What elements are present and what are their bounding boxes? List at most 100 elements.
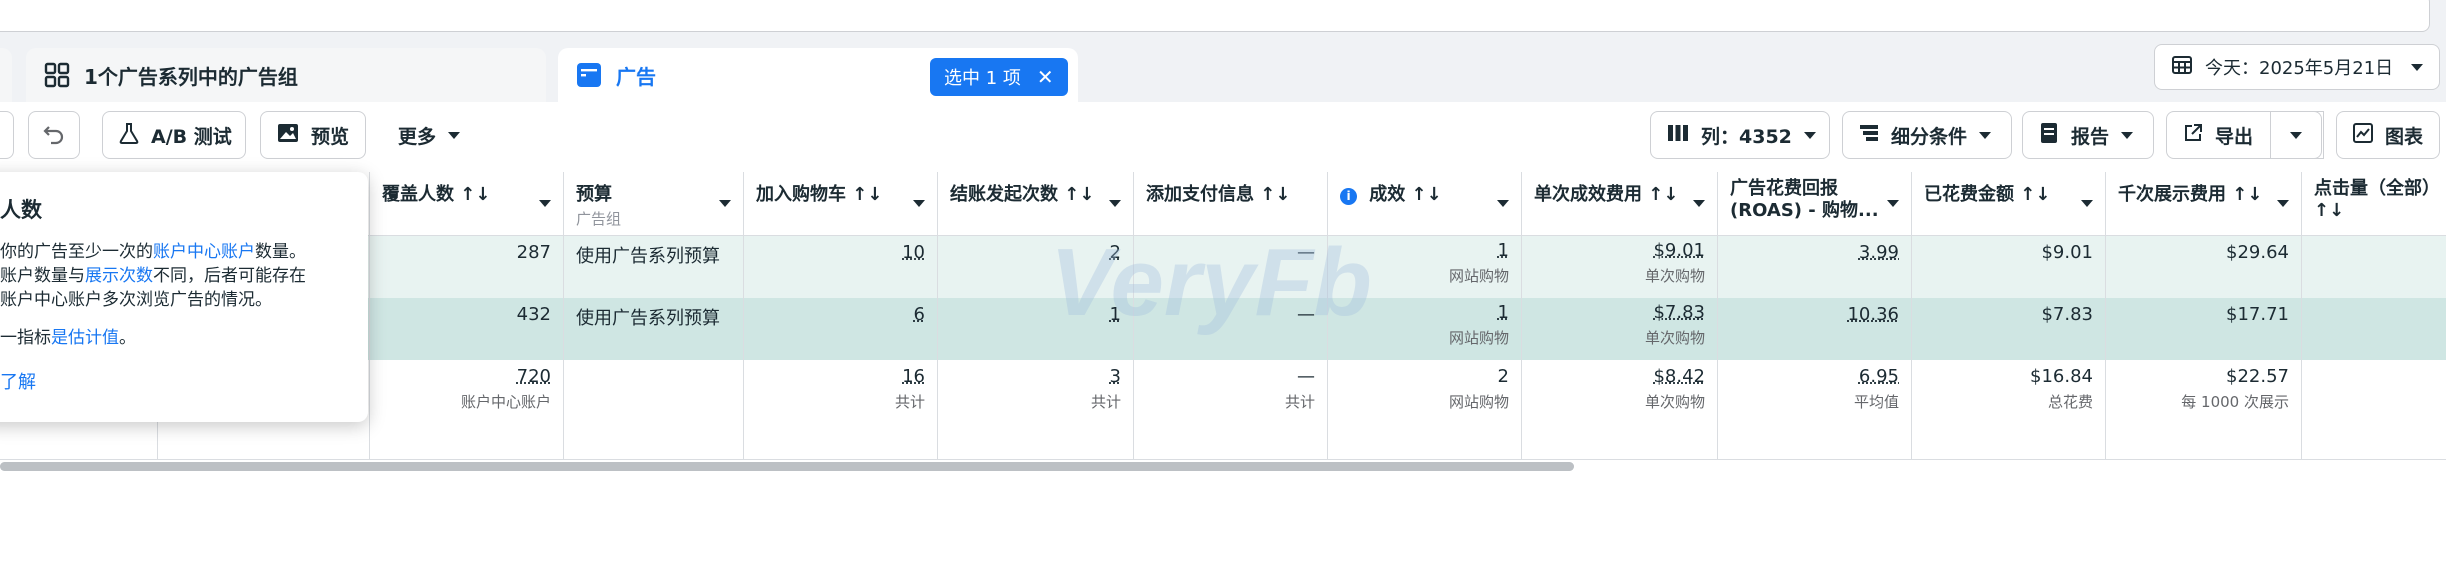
impressions-link[interactable]: 展示次数 — [85, 266, 153, 286]
export-label: 导出 — [2215, 125, 2254, 148]
export-dropdown-button[interactable] — [2270, 111, 2322, 159]
cell-cpm: $17.71 — [2106, 298, 2302, 360]
cell-cpm: $29.64 — [2106, 236, 2302, 298]
header-label: 成效 ↑↓ — [1369, 184, 1442, 205]
undo-icon — [41, 120, 67, 151]
popover-text-line4: 一指标是估计值。 — [0, 328, 136, 348]
ab-test-label: A/B 测试 — [151, 125, 232, 148]
total-reach: 720 账户中心账户 — [370, 360, 564, 460]
cell-roas: 10.36 — [1718, 298, 1912, 360]
preview-label: 预览 — [311, 125, 350, 148]
popover-title: 人数 — [0, 198, 42, 222]
cell-reach: 287 — [370, 236, 564, 298]
header-label: 结账发起次数 ↑↓ — [950, 184, 1095, 205]
header-label: 已花费金额 ↑↓ — [1924, 184, 2051, 205]
tab-adsets-label: 1个广告系列中的广告组 — [84, 64, 298, 89]
cell-roas: 3.99 — [1718, 236, 1912, 298]
undo-button[interactable] — [28, 111, 80, 159]
header-cost-per-result[interactable]: 单次成效费用 ↑↓ — [1522, 172, 1718, 236]
header-label: 广告花费回报 (ROAS) - 购物... — [1730, 178, 1879, 221]
ad-icon — [576, 62, 602, 88]
reach-info-popover: 人数 你的广告至少一次的账户中心账户数量。 账户数量与展示次数不同，后者可能存在… — [0, 172, 368, 422]
cell-cost-per-result: $7.83 单次购物 — [1522, 298, 1718, 360]
header-reach[interactable]: 覆盖人数 ↑↓ — [370, 172, 564, 236]
chevron-down-icon — [1803, 131, 1816, 139]
breakdown-label: 细分条件 — [1891, 125, 1968, 148]
chevron-down-icon[interactable] — [2081, 200, 2093, 207]
total-roas: 6.95 平均值 — [1718, 360, 1912, 460]
toolbar-clipped-button[interactable] — [0, 111, 14, 159]
columns-label: 列：4352 — [1701, 125, 1792, 148]
header-payment-info[interactable]: 添加支付信息 ↑↓ — [1134, 172, 1328, 236]
selected-badge[interactable]: 选中 1 项 ✕ — [930, 58, 1068, 96]
header-roas[interactable]: 广告花费回报 (ROAS) - 购物... — [1718, 172, 1912, 236]
watermark: VeryFb — [1050, 229, 1372, 336]
report-button[interactable]: 报告 — [2022, 111, 2154, 159]
cell-budget: 使用广告系列预算 — [564, 236, 744, 298]
header-cpm[interactable]: 千次展示费用 ↑↓ — [2106, 172, 2302, 236]
header-sublabel: 广告组 — [576, 210, 622, 228]
tab-ads[interactable]: 广告 选中 1 项 ✕ — [558, 48, 1078, 102]
chevron-down-icon[interactable] — [539, 200, 551, 207]
more-label: 更多 — [398, 125, 437, 148]
info-icon[interactable]: i — [1340, 188, 1357, 205]
columns-icon — [1667, 123, 1689, 148]
header-clicks[interactable]: 点击量（全部） ↑↓ — [2302, 172, 2446, 236]
grid-icon — [44, 62, 70, 88]
date-range-button[interactable]: 今天：2025年5月21日 — [2154, 44, 2440, 90]
toolbar: A/B 测试 预览 更多 列：4352 细分条件 报告 导出 图表 — [0, 102, 2446, 172]
cell-reach: 432 — [370, 298, 564, 360]
chevron-down-icon[interactable] — [1109, 200, 1121, 207]
tab-ads-label: 广告 — [616, 64, 656, 89]
preview-button[interactable]: 预览 — [260, 111, 366, 159]
header-add-to-cart[interactable]: 加入购物车 ↑↓ — [744, 172, 938, 236]
tab-campaigns[interactable] — [0, 48, 12, 102]
close-icon[interactable]: ✕ — [1037, 65, 1054, 89]
chevron-down-icon[interactable] — [913, 200, 925, 207]
popover-text-line3: 账户中心账户多次浏览广告的情况。 — [0, 290, 272, 310]
calendar-icon — [2171, 54, 2193, 81]
header-label: 预算 — [576, 184, 612, 205]
header-label: 加入购物车 ↑↓ — [756, 184, 883, 205]
tab-adsets[interactable]: 1个广告系列中的广告组 — [26, 48, 546, 102]
header-results[interactable]: i 成效 ↑↓ — [1328, 172, 1522, 236]
image-icon — [277, 123, 299, 148]
chevron-down-icon[interactable] — [1497, 200, 1509, 207]
accounts-center-link[interactable]: 账户中心账户 — [153, 242, 255, 262]
chart-label: 图表 — [2385, 125, 2424, 148]
chart-button[interactable]: 图表 — [2336, 111, 2440, 159]
selected-count: 选中 1 项 — [944, 68, 1021, 89]
more-button[interactable]: 更多 — [382, 111, 474, 159]
ab-test-button[interactable]: A/B 测试 — [102, 111, 246, 159]
total-results: 2 网站购物 — [1328, 360, 1522, 460]
learn-more-link[interactable]: 了解 — [0, 368, 348, 394]
report-icon — [2039, 122, 2059, 149]
search-bar[interactable] — [0, 0, 2430, 32]
cell-clicks — [2302, 298, 2446, 360]
header-label: 添加支付信息 ↑↓ — [1146, 184, 1291, 205]
header-amount-spent[interactable]: 已花费金额 ↑↓ — [1912, 172, 2106, 236]
total-checkout: 3 共计 — [938, 360, 1134, 460]
chevron-down-icon[interactable] — [1693, 200, 1705, 207]
chevron-down-icon[interactable] — [719, 200, 731, 207]
export-icon — [2183, 123, 2203, 148]
cell-amount-spent: $7.83 — [1912, 298, 2106, 360]
chevron-down-icon — [2290, 131, 2302, 139]
level-tabs: 1个广告系列中的广告组 广告 选中 1 项 ✕ 今天：2025年5月21日 — [0, 44, 2446, 102]
horizontal-scrollbar-thumb[interactable] — [0, 462, 1574, 471]
header-label: 覆盖人数 ↑↓ — [382, 184, 491, 205]
cell-amount-spent: $9.01 — [1912, 236, 2106, 298]
breakdown-button[interactable]: 细分条件 — [1842, 111, 2012, 159]
total-budget — [564, 360, 744, 460]
header-checkout[interactable]: 结账发起次数 ↑↓ — [938, 172, 1134, 236]
chevron-down-icon[interactable] — [1887, 200, 1899, 207]
chevron-down-icon[interactable] — [2277, 200, 2289, 207]
date-label: 今天：2025年5月21日 — [2205, 58, 2394, 79]
estimated-metric-link[interactable]: 是估计值 — [51, 328, 119, 348]
cell-add-to-cart: 10 — [744, 236, 938, 298]
columns-button[interactable]: 列：4352 — [1650, 111, 1830, 159]
header-budget[interactable]: 预算 广告组 — [564, 172, 744, 236]
search-bar-strip — [0, 0, 2446, 44]
total-cost-per-result: $8.42 单次购物 — [1522, 360, 1718, 460]
header-label: 千次展示费用 ↑↓ — [2118, 184, 2263, 205]
